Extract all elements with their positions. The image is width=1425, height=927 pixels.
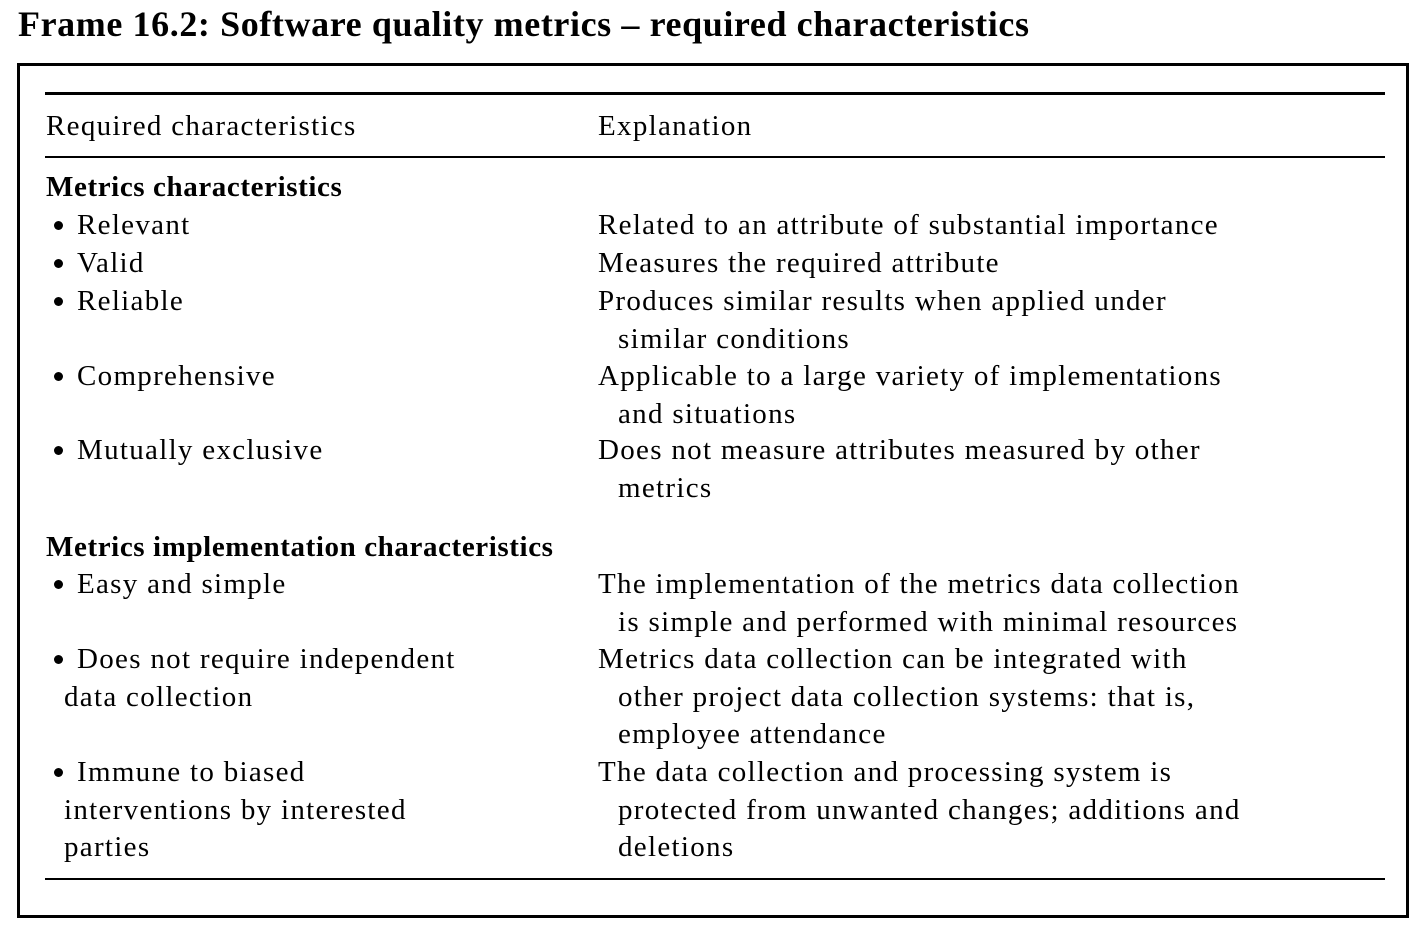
row-explanation: Applicable to a large variety of impleme… [598,358,1222,433]
bullet-icon [54,767,63,777]
row-explanation: The implementation of the metrics data c… [598,566,1240,641]
explanation-text: Metrics data collection can be integrate… [598,643,1188,675]
explanation-text: and situations [618,397,797,430]
row-characteristic: Relevant [50,207,190,245]
explanation-text: protected from unwanted changes; additio… [618,793,1241,826]
table-top-rule [45,92,1385,95]
row-explanation: Related to an attribute of substantial i… [598,207,1219,245]
bullet-icon [54,654,63,664]
bullet-icon [54,579,63,589]
header-explanation: Explanation [598,110,753,142]
explanation-text: other project data collection systems: t… [618,680,1196,713]
bullet-icon [54,445,63,455]
characteristic-text: Valid [77,247,145,279]
characteristic-text: Reliable [77,285,185,317]
explanation-text: is simple and performed with minimal res… [618,605,1239,638]
row-characteristic: Immune to biased interventions by intere… [50,754,407,867]
explanation-text: The data collection and processing syste… [598,756,1173,788]
explanation-text: similar conditions [618,322,851,355]
row-characteristic: Does not require independent data collec… [50,641,456,716]
bullet-icon [54,220,63,230]
explanation-text: Does not measure attributes measured by … [598,434,1201,466]
frame-title: Frame 16.2: Software quality metrics – r… [18,4,1030,44]
characteristic-text: data collection [64,680,254,713]
row-explanation: Measures the required attribute [598,245,1000,283]
row-characteristic: Valid [50,245,145,283]
row-characteristic: Comprehensive [50,358,276,396]
explanation-text: Related to an attribute of substantial i… [598,209,1219,241]
characteristic-text: interventions by interested [64,793,407,826]
section-heading-metrics: Metrics characteristics [46,171,343,203]
characteristic-text: Immune to biased [77,756,306,788]
header-characteristics: Required characteristics [46,110,357,142]
row-explanation: Produces similar results when applied un… [598,283,1167,358]
bullet-icon [54,258,63,268]
row-explanation: Does not measure attributes measured by … [598,432,1201,507]
table-bottom-rule [45,878,1385,880]
explanation-text: The implementation of the metrics data c… [598,568,1240,600]
characteristic-text: Easy and simple [77,568,287,600]
explanation-text: deletions [618,831,735,863]
characteristic-text: Mutually exclusive [77,434,324,466]
row-characteristic: Reliable [50,283,184,321]
row-characteristic: Easy and simple [50,566,287,604]
characteristic-text: Does not require independent [77,643,456,675]
explanation-text: Produces similar results when applied un… [598,285,1167,317]
row-explanation: Metrics data collection can be integrate… [598,641,1195,754]
explanation-text: Applicable to a large variety of impleme… [598,360,1222,392]
characteristic-text: parties [64,831,151,863]
row-explanation: The data collection and processing syste… [598,754,1241,867]
bullet-icon [54,296,63,306]
row-characteristic: Mutually exclusive [50,432,324,470]
bullet-icon [54,371,63,381]
characteristic-text: Relevant [77,209,191,241]
section-heading-implementation: Metrics implementation characteristics [46,531,554,563]
table-header-rule [45,156,1385,158]
explanation-text: metrics [618,471,713,504]
characteristic-text: Comprehensive [77,360,276,392]
explanation-text: Measures the required attribute [598,247,1000,279]
explanation-text: employee attendance [618,718,887,750]
